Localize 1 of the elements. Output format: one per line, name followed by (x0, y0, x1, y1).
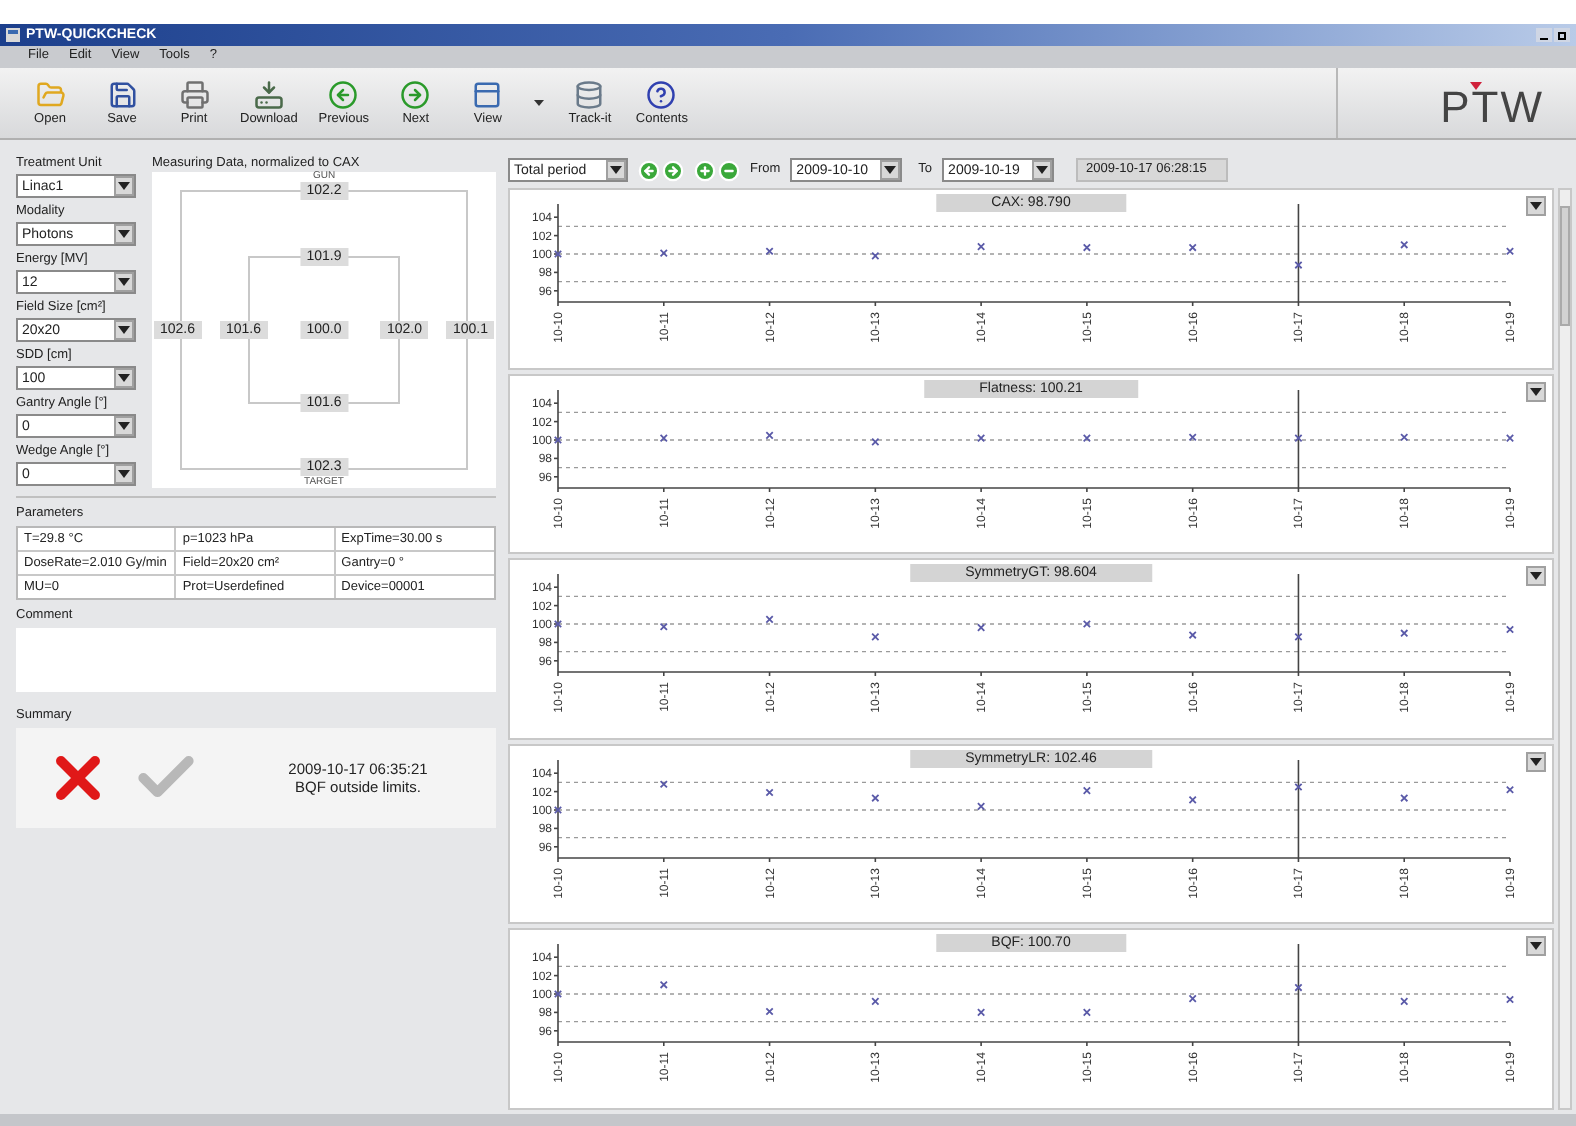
company-logo: PTW (1440, 89, 1544, 125)
